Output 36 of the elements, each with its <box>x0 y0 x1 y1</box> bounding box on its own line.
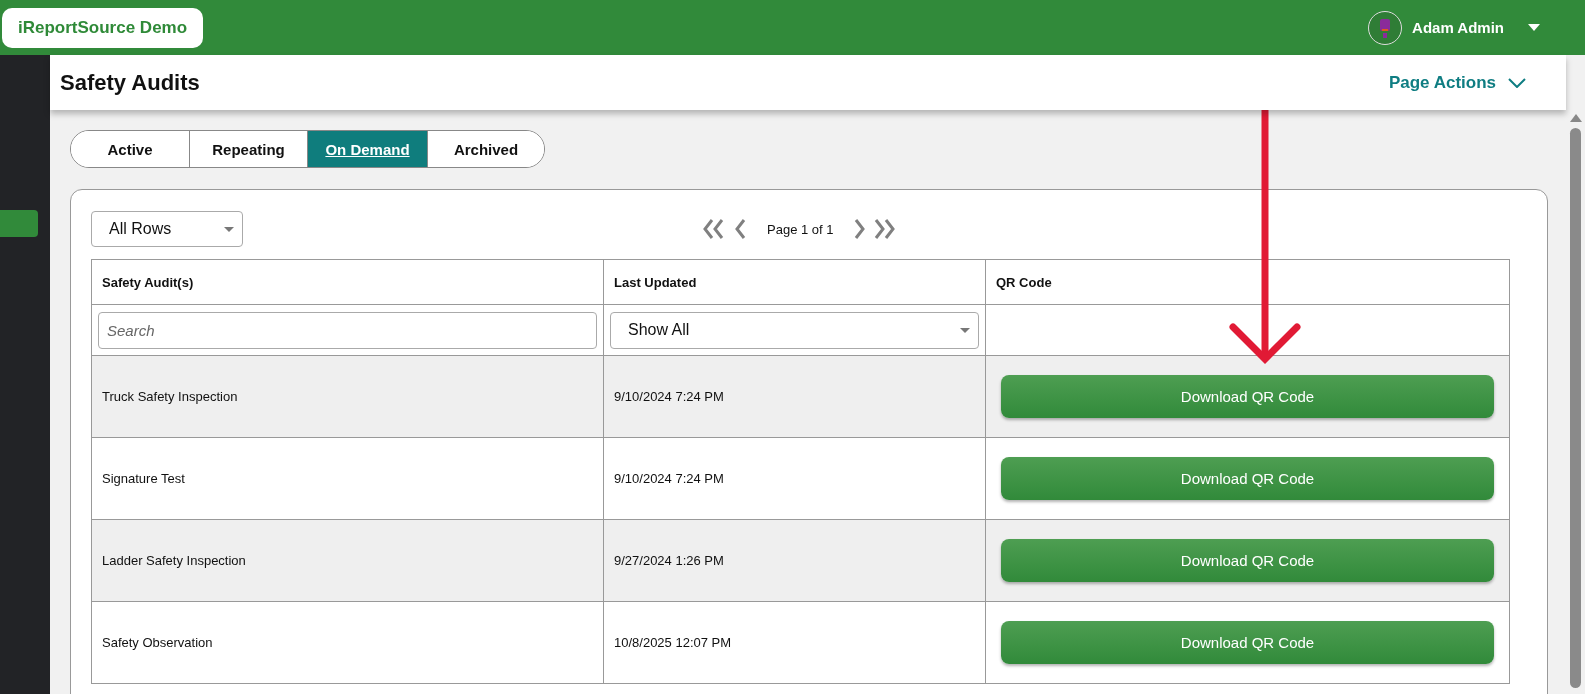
page-actions-menu[interactable]: Page Actions <box>1388 72 1526 93</box>
date-filter-dropdown[interactable]: Show All <box>610 311 979 349</box>
caret-icon[interactable] <box>1528 24 1540 31</box>
tab[interactable]: On Demand <box>307 131 427 167</box>
table-cell: Safety Observation <box>91 601 604 684</box>
app-title[interactable]: iReportSource Demo <box>2 8 204 48</box>
scroll-up-icon[interactable] <box>1569 114 1582 122</box>
download-qr-button[interactable]: Download QR Code <box>1001 457 1494 500</box>
chevron-down-icon[interactable] <box>1508 77 1526 88</box>
table-cell: 9/27/2024 1:26 PM <box>603 519 986 602</box>
table-cell: 9/10/2024 7:24 PM <box>603 437 986 520</box>
caret-icon[interactable] <box>224 226 234 232</box>
tab[interactable]: Archived <box>427 131 544 167</box>
table-cell: 9/10/2024 7:24 PM <box>603 355 986 438</box>
table-cell: 10/8/2025 12:07 PM <box>603 601 986 684</box>
last-page-icon[interactable] <box>873 217 898 241</box>
user-avatar[interactable] <box>1368 10 1403 45</box>
page-title: Safety Audits <box>60 69 200 96</box>
column-header[interactable]: QR Code <box>985 259 1510 305</box>
next-page-icon[interactable] <box>853 217 866 241</box>
table-cell: Truck Safety Inspection <box>91 355 604 438</box>
column-header[interactable]: Last Updated <box>603 259 986 305</box>
user-name[interactable]: Adam Admin <box>1412 19 1504 36</box>
table-cell: Signature Test <box>91 437 604 520</box>
column-header[interactable]: Safety Audit(s) <box>91 259 604 305</box>
rows-dropdown[interactable]: All Rows <box>91 211 243 247</box>
page-actions-label: Page Actions <box>1388 72 1496 93</box>
table-cell: Ladder Safety Inspection <box>91 519 604 602</box>
page-indicator: Page 1 of 1 <box>767 221 834 237</box>
download-qr-button[interactable]: Download QR Code <box>1001 621 1494 664</box>
scrollbar-thumb[interactable] <box>1570 128 1581 688</box>
search-field[interactable]: Search <box>98 311 597 349</box>
download-qr-button[interactable]: Download QR Code <box>1001 539 1494 582</box>
caret-icon[interactable] <box>960 327 970 333</box>
previous-page-icon[interactable] <box>735 217 747 241</box>
download-qr-button[interactable]: Download QR Code <box>1001 375 1494 418</box>
